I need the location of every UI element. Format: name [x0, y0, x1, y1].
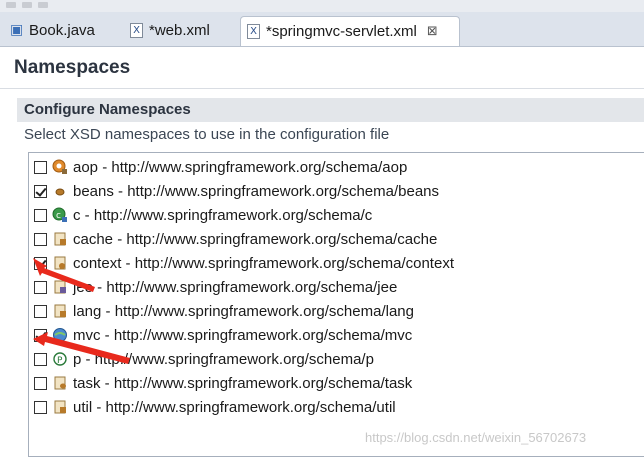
mvc-icon: [52, 327, 68, 343]
tab-web-xml[interactable]: X *web.xml: [124, 16, 216, 45]
namespace-label: mvc - http://www.springframework.org/sch…: [73, 326, 413, 344]
namespace-row-mvc[interactable]: mvc - http://www.springframework.org/sch…: [34, 323, 412, 347]
namespace-checkbox[interactable]: [34, 208, 47, 222]
namespace-row-cache[interactable]: cache - http://www.springframework.org/s…: [34, 227, 437, 251]
namespace-row-lang[interactable]: lang - http://www.springframework.org/sc…: [34, 299, 414, 323]
util-icon: [52, 399, 68, 415]
jee-icon: [52, 279, 68, 295]
namespace-checkbox[interactable]: [34, 280, 47, 294]
xml-file-icon: X: [130, 23, 143, 38]
namespace-label: util - http://www.springframework.org/sc…: [73, 398, 396, 416]
toolbar-icon[interactable]: [6, 2, 16, 8]
namespace-checkbox[interactable]: [34, 328, 47, 342]
namespace-row-c[interactable]: c c - http://www.springframework.org/sche…: [34, 203, 372, 227]
tab-book-java[interactable]: ▣ Book.java: [4, 16, 101, 45]
group-title: Configure Namespaces: [24, 101, 191, 118]
namespace-label: lang - http://www.springframework.org/sc…: [73, 302, 414, 320]
task-icon: [52, 375, 68, 391]
namespace-label: task - http://www.springframework.org/sc…: [73, 374, 413, 392]
namespace-row-context[interactable]: context - http://www.springframework.org…: [34, 251, 454, 275]
svg-text:P: P: [57, 356, 63, 366]
toolbar-icon[interactable]: [38, 2, 48, 8]
toolbar-icon[interactable]: [22, 2, 32, 8]
namespace-row-beans[interactable]: beans - http://www.springframework.org/s…: [34, 179, 439, 203]
namespace-row-util[interactable]: util - http://www.springframework.org/sc…: [34, 395, 396, 419]
title-divider: [0, 88, 644, 89]
close-icon[interactable]: ⊠: [427, 24, 438, 39]
svg-text:c: c: [56, 211, 61, 221]
namespace-checkbox[interactable]: [34, 160, 47, 174]
namespace-label: p - http://www.springframework.org/schem…: [73, 350, 374, 368]
editor-tab-bar: ▣ Book.java X *web.xml X *springmvc-serv…: [0, 12, 644, 47]
namespace-row-task[interactable]: task - http://www.springframework.org/sc…: [34, 371, 412, 395]
namespace-label: jee - http://www.springframework.org/sch…: [73, 278, 398, 296]
p-icon: P: [52, 351, 68, 367]
aop-icon: [52, 159, 68, 175]
namespace-checkbox[interactable]: [34, 400, 47, 414]
tab-label: *web.xml: [149, 22, 210, 39]
java-file-icon: ▣: [10, 22, 24, 38]
namespace-checkbox[interactable]: [34, 304, 47, 318]
namespace-row-aop[interactable]: aop - http://www.springframework.org/sch…: [34, 155, 407, 179]
group-header[interactable]: Configure Namespaces: [17, 98, 644, 122]
group-description: Select XSD namespaces to use in the conf…: [24, 126, 390, 143]
watermark: https://blog.csdn.net/weixin_56702673: [365, 430, 587, 445]
namespace-list[interactable]: aop - http://www.springframework.org/sch…: [28, 152, 644, 457]
beans-icon: [52, 183, 68, 199]
window-top-strip: [0, 0, 644, 12]
context-icon: [52, 255, 68, 271]
xml-file-icon: X: [247, 24, 260, 39]
page-title: Namespaces: [14, 57, 131, 78]
namespace-label: c - http://www.springframework.org/schem…: [73, 206, 373, 224]
c-icon: c: [52, 207, 68, 223]
namespace-label: context - http://www.springframework.org…: [73, 254, 454, 272]
tab-springmvc-servlet-xml[interactable]: X *springmvc-servlet.xml ⊠: [240, 16, 460, 46]
tab-label: *springmvc-servlet.xml: [266, 23, 417, 40]
lang-icon: [52, 303, 68, 319]
namespace-label: cache - http://www.springframework.org/s…: [73, 230, 438, 248]
namespace-checkbox[interactable]: [34, 232, 47, 246]
tab-label: Book.java: [29, 22, 95, 39]
namespace-checkbox[interactable]: [34, 376, 47, 390]
namespace-row-p[interactable]: Pp - http://www.springframework.org/sche…: [34, 347, 374, 371]
namespace-label: beans - http://www.springframework.org/s…: [73, 182, 439, 200]
namespace-label: aop - http://www.springframework.org/sch…: [73, 158, 408, 176]
namespace-checkbox[interactable]: [34, 352, 47, 366]
namespace-checkbox[interactable]: [34, 184, 47, 198]
namespace-checkbox[interactable]: [34, 256, 47, 270]
namespace-row-jee[interactable]: jee - http://www.springframework.org/sch…: [34, 275, 397, 299]
cache-icon: [52, 231, 68, 247]
